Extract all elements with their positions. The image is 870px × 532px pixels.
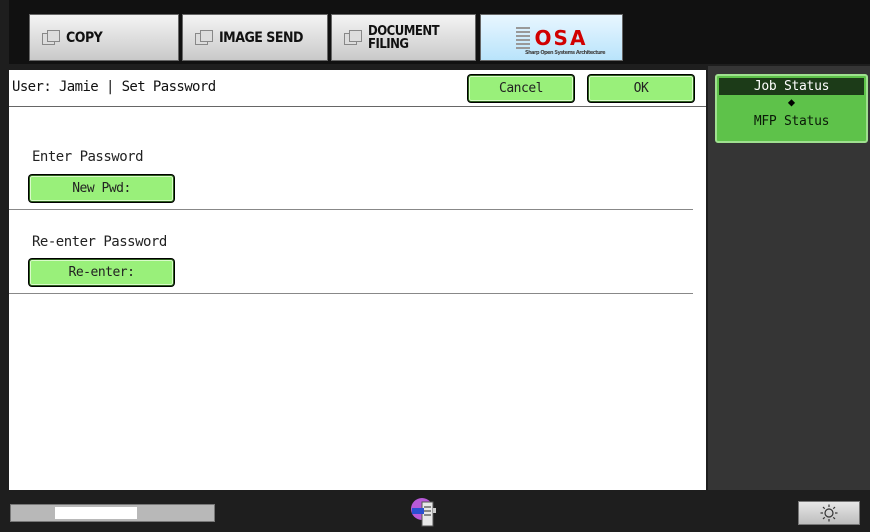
- brightness-button[interactable]: [798, 501, 860, 525]
- progress-bar: [10, 504, 215, 522]
- divider: [9, 293, 693, 294]
- sun-icon: [820, 504, 838, 522]
- new-password-button[interactable]: New Pwd:: [29, 175, 174, 202]
- machine-status-icon[interactable]: [404, 494, 440, 528]
- side-panel: Job Status ◆ MFP Status: [708, 66, 870, 490]
- divider: [9, 209, 693, 210]
- main-panel: User: Jamie | Set Password Cancel OK Ent…: [9, 70, 706, 490]
- tab-copy-label: COPY: [66, 29, 103, 46]
- reenter-password-label: Re-enter Password: [32, 234, 167, 250]
- job-status-label: Job Status: [719, 78, 864, 95]
- cancel-button[interactable]: Cancel: [468, 75, 574, 102]
- osa-logo-lines: [515, 26, 530, 49]
- tab-copy[interactable]: COPY: [29, 14, 179, 61]
- tab-document-filing[interactable]: DOCUMENT FILING: [331, 14, 476, 61]
- osa-logo: OSA: [515, 25, 588, 50]
- image-send-icon: [195, 30, 213, 45]
- header-row: User: Jamie | Set Password Cancel OK: [9, 70, 706, 107]
- mode-tab-bar: COPY IMAGE SEND DOCUMENT FILING OSA Shar…: [9, 0, 870, 64]
- mfp-status-label: MFP Status: [753, 114, 830, 129]
- tab-image-send-label: IMAGE SEND: [219, 29, 303, 46]
- enter-password-label: Enter Password: [32, 149, 144, 165]
- osa-logo-subtitle: Sharp Open Systems Architecture: [525, 50, 606, 56]
- progress-fill: [55, 507, 137, 519]
- ok-button[interactable]: OK: [588, 75, 694, 102]
- bottom-bar: [0, 490, 870, 532]
- document-filing-icon: [344, 30, 362, 45]
- job-mfp-status-button[interactable]: Job Status ◆ MFP Status: [715, 74, 868, 143]
- tab-document-filing-label: DOCUMENT FILING: [368, 23, 440, 52]
- tab-image-send[interactable]: IMAGE SEND: [182, 14, 328, 61]
- osa-logo-text: OSA: [534, 25, 588, 50]
- reenter-password-button[interactable]: Re-enter:: [29, 259, 174, 286]
- copy-icon: [42, 30, 60, 45]
- tab-osa[interactable]: OSA Sharp Open Systems Architecture: [480, 14, 623, 61]
- page-title: User: Jamie | Set Password: [12, 79, 216, 95]
- swap-arrow-icon: ◆: [787, 95, 796, 109]
